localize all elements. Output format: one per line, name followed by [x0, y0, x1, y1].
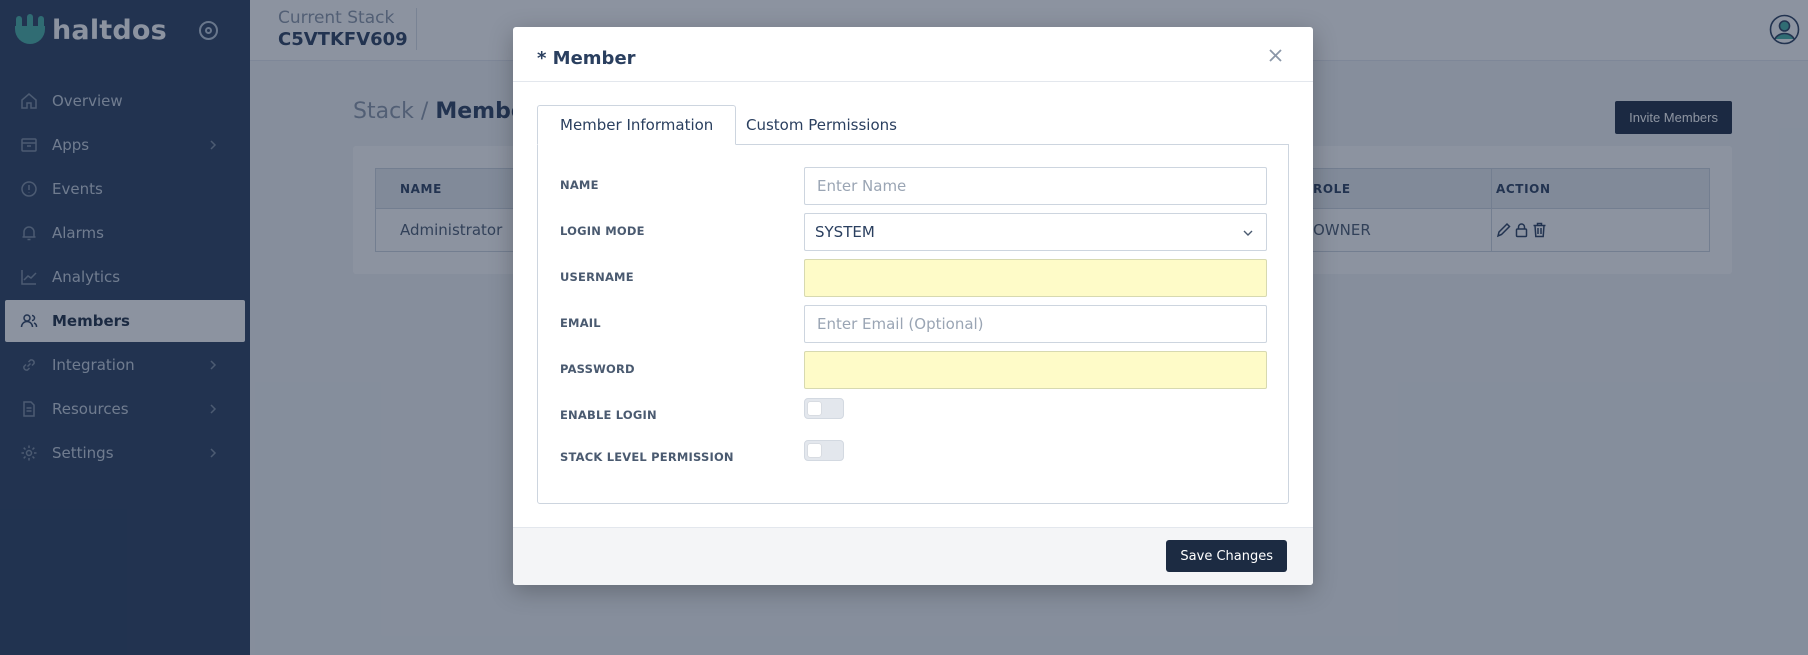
- enable-login-toggle[interactable]: [804, 398, 844, 419]
- stack-level-permission-toggle[interactable]: [804, 440, 844, 461]
- close-icon[interactable]: [1268, 48, 1283, 63]
- password-field[interactable]: [804, 351, 1267, 389]
- login-mode-select[interactable]: SYSTEM: [804, 213, 1267, 251]
- chevron-down-icon: [1243, 230, 1253, 236]
- member-modal: * Member Member Information Custom Permi…: [513, 27, 1313, 585]
- modal-header: * Member: [513, 27, 1313, 82]
- tab-custom-permissions[interactable]: Custom Permissions: [724, 105, 919, 145]
- username-label: USERNAME: [560, 270, 634, 284]
- username-field[interactable]: [804, 259, 1267, 297]
- modal-title: * Member: [537, 48, 636, 69]
- email-label: EMAIL: [560, 316, 601, 330]
- password-label: PASSWORD: [560, 362, 635, 376]
- enable-login-label: ENABLE LOGIN: [560, 408, 657, 422]
- modal-tabs: Member Information Custom Permissions: [537, 105, 1289, 145]
- login-mode-value: SYSTEM: [815, 223, 875, 241]
- stack-level-permission-label: STACK LEVEL PERMISSION: [560, 450, 734, 464]
- toggle-knob: [808, 402, 821, 415]
- name-field[interactable]: [804, 167, 1267, 205]
- member-information-panel: NAME LOGIN MODE SYSTEM USERNAME EMAIL PA…: [537, 144, 1289, 504]
- save-changes-button[interactable]: Save Changes: [1166, 540, 1287, 572]
- email-field[interactable]: [804, 305, 1267, 343]
- login-mode-label: LOGIN MODE: [560, 224, 645, 238]
- modal-footer: Save Changes: [513, 527, 1313, 585]
- tab-member-information[interactable]: Member Information: [537, 105, 737, 145]
- toggle-knob: [808, 444, 821, 457]
- name-label: NAME: [560, 178, 599, 192]
